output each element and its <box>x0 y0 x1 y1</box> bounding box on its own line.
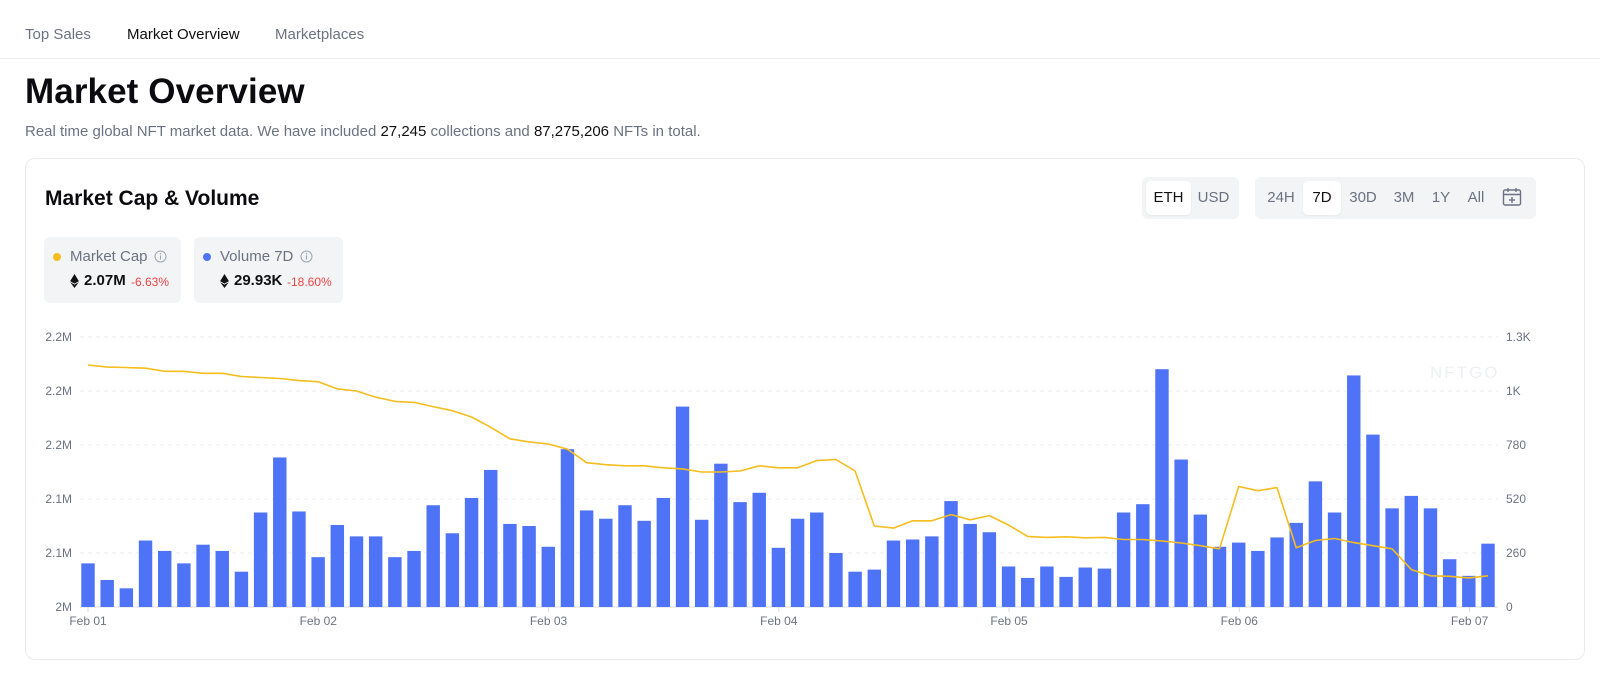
volume-bar <box>177 563 191 607</box>
volume-bar <box>311 557 325 607</box>
volume-bar <box>1174 459 1188 607</box>
y-right-tick-label: 0 <box>1506 600 1513 614</box>
volume-bar <box>848 571 862 607</box>
volume-bar <box>1021 577 1035 607</box>
volume-bar <box>829 553 843 607</box>
volume-bar <box>599 518 613 607</box>
volume-bar <box>982 532 997 607</box>
volume-bar <box>1001 566 1016 607</box>
volume-bar <box>445 533 460 607</box>
volume-bar <box>925 536 939 607</box>
volume-bar <box>905 539 920 607</box>
volume-bar <box>714 463 728 607</box>
y-left-tick-label: 2.1M <box>45 546 72 560</box>
volume-bar <box>196 544 210 607</box>
x-tick-label: Feb 05 <box>990 614 1028 628</box>
x-tick-label: Feb 03 <box>530 614 568 628</box>
volume-bar <box>234 571 249 607</box>
volume-bar <box>944 501 958 607</box>
y-right-tick-label: 1.3K <box>1506 330 1531 344</box>
volume-bar <box>426 505 440 607</box>
volume-bar <box>1366 434 1380 607</box>
x-tick-label: Feb 04 <box>760 614 798 628</box>
market-cap-volume-chart: NFTGO 2M 0 2.1M 260 2.1M 520 2.2M 780 2.2M 1K 2.2M… <box>45 330 1530 628</box>
volume-bar <box>407 550 421 607</box>
volume-bar <box>771 547 786 607</box>
volume-bar <box>1231 542 1246 607</box>
y-left-tick-label: 2.2M <box>45 438 72 452</box>
volume-bars <box>81 369 1495 607</box>
volume-bar <box>752 492 766 607</box>
y-left-tick-label: 2.1M <box>45 492 72 506</box>
volume-bar <box>1212 546 1227 607</box>
volume-bar <box>1040 566 1054 607</box>
volume-bar <box>388 557 402 607</box>
volume-bar <box>503 523 517 607</box>
volume-bar <box>1347 375 1361 607</box>
x-tick-label: Feb 07 <box>1451 614 1489 628</box>
y-right-tick-label: 520 <box>1506 492 1526 506</box>
volume-bar <box>1059 576 1073 607</box>
y-left-tick-label: 2M <box>55 600 72 614</box>
volume-bar <box>81 563 95 607</box>
volume-bar <box>618 505 632 607</box>
y-left-tick-label: 2.2M <box>45 330 72 344</box>
volume-bar <box>273 457 287 607</box>
volume-bar <box>138 540 153 607</box>
volume-bar <box>541 546 555 607</box>
volume-bar <box>656 497 671 607</box>
volume-bar <box>522 526 536 607</box>
volume-bar <box>886 540 901 607</box>
chart-axes: 2M 0 2.1M 260 2.1M 520 2.2M 780 2.2M 1K 2.2M 1.3K Fe… <box>45 330 1530 628</box>
x-tick-label: Feb 06 <box>1221 614 1259 628</box>
volume-bar <box>1193 514 1208 607</box>
nftgo-watermark: NFTGO <box>1430 363 1500 382</box>
volume-bar <box>963 523 977 607</box>
x-tick-label: Feb 02 <box>300 614 338 628</box>
volume-bar <box>560 449 575 607</box>
volume-bar <box>637 520 651 607</box>
x-tick-label: Feb 01 <box>69 614 107 628</box>
volume-bar <box>733 502 747 607</box>
volume-bar <box>349 536 364 607</box>
volume-bar <box>1270 537 1284 607</box>
volume-bar <box>330 524 345 607</box>
volume-bar <box>1308 481 1323 607</box>
volume-bar <box>1462 575 1476 607</box>
volume-bar <box>579 510 594 607</box>
volume-bar <box>368 536 383 607</box>
volume-bar <box>158 550 172 607</box>
volume-bar <box>215 550 229 607</box>
y-left-tick-label: 2.2M <box>45 384 72 398</box>
volume-bar <box>119 588 134 607</box>
volume-bar <box>253 512 268 607</box>
volume-bar <box>1251 550 1265 607</box>
volume-bar <box>675 406 690 607</box>
volume-bar <box>1116 512 1131 607</box>
volume-bar <box>292 511 306 607</box>
volume-bar <box>1423 508 1438 607</box>
volume-bar <box>1404 495 1418 607</box>
y-right-tick-label: 780 <box>1506 438 1526 452</box>
volume-bar <box>867 569 882 607</box>
volume-bar <box>810 512 824 607</box>
volume-bar <box>1385 508 1399 607</box>
volume-bar <box>694 519 709 607</box>
volume-bar <box>1442 559 1457 607</box>
volume-bar <box>484 469 498 607</box>
volume-bar <box>790 518 805 607</box>
y-right-tick-label: 260 <box>1506 546 1526 560</box>
volume-bar <box>100 580 114 607</box>
volume-bar <box>1155 369 1169 607</box>
volume-bar <box>464 497 479 607</box>
volume-bar <box>1327 512 1342 607</box>
y-right-tick-label: 1K <box>1506 384 1521 398</box>
volume-bar <box>1136 504 1150 607</box>
volume-bar <box>1097 568 1112 607</box>
volume-bar <box>1078 567 1092 607</box>
volume-bar <box>1481 543 1495 607</box>
